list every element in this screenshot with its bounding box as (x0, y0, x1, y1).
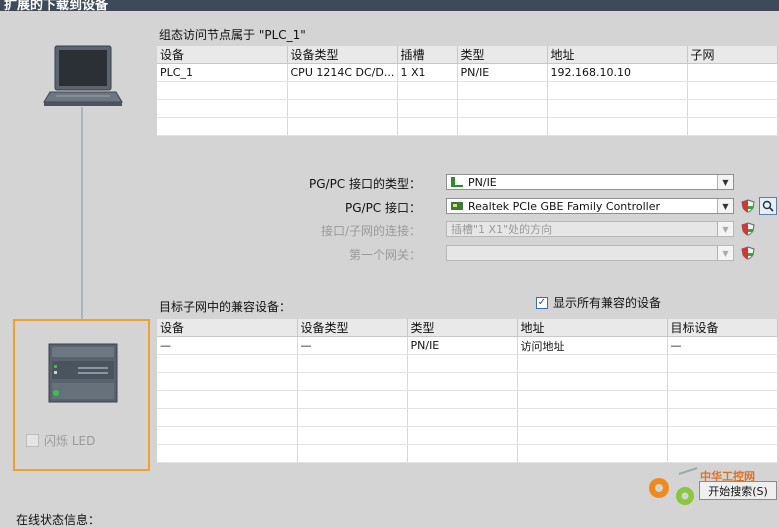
show-all-compatible-checkbox[interactable]: ✓ 显示所有兼容的设备 (536, 294, 661, 311)
pgpc-interface-label: PG/PC 接口： (344, 201, 421, 215)
window-title: 扩展的下载到设备 (4, 0, 109, 11)
first-gateway-select: ▼ (446, 245, 734, 261)
table-header-row: 设备 设备类型 类型 地址 目标设备 (157, 319, 778, 337)
table-row (157, 372, 778, 391)
network-card-icon (451, 202, 463, 210)
table-row (157, 117, 778, 136)
col-type: 类型 (457, 46, 548, 64)
col-type: 类型 (407, 319, 518, 337)
flash-led-checkbox: 闪烁 LED (26, 432, 95, 449)
online-status-label: 在线状态信息： (16, 513, 101, 527)
table-row (157, 444, 778, 463)
table-row[interactable]: PLC_1 CPU 1214C DC/D... 1 X1 PN/IE 192.1… (157, 63, 778, 82)
col-device-type: 设备类型 (287, 46, 398, 64)
shield-icon[interactable] (741, 222, 755, 236)
chevron-down-icon[interactable]: ▼ (717, 175, 733, 189)
window-titlebar: 扩展的下载到设备 (0, 0, 779, 11)
chevron-down-icon[interactable]: ▼ (717, 199, 733, 213)
compatible-section-title: 目标子网中的兼容设备： (159, 300, 292, 314)
col-slot: 插槽 (397, 46, 458, 64)
connection-line (81, 107, 83, 320)
shield-icon[interactable] (741, 199, 755, 213)
table-row (157, 408, 778, 427)
plc-device-icon (48, 343, 118, 403)
access-section-title: 组态访问节点属于 "PLC_1" (159, 28, 306, 42)
col-device: 设备 (157, 46, 288, 64)
flash-led-label: 闪烁 LED (44, 434, 96, 448)
col-target-device: 目标设备 (667, 319, 778, 337)
pgpc-laptop-icon (43, 45, 123, 106)
col-address: 地址 (517, 319, 668, 337)
shield-icon[interactable] (741, 246, 755, 260)
pgpc-type-select[interactable]: PN/IE ▼ (446, 174, 734, 190)
access-node-table: 设备 设备类型 插槽 类型 地址 子网 PLC_1 CPU 1214C DC/D… (157, 46, 778, 136)
table-row (157, 426, 778, 445)
pgpc-interface-select[interactable]: Realtek PCIe GBE Family Controller ▼ (446, 198, 734, 214)
col-subnet: 子网 (687, 46, 778, 64)
show-all-compatible-label: 显示所有兼容的设备 (553, 296, 662, 310)
start-search-button[interactable]: 开始搜索(S) (699, 481, 777, 500)
col-device: 设备 (157, 319, 298, 337)
pn-ie-icon (451, 177, 463, 187)
col-address: 地址 (547, 46, 688, 64)
table-row (157, 354, 778, 373)
check-icon[interactable]: ✓ (536, 296, 548, 309)
first-gateway-label: 第一个网关： (348, 248, 421, 262)
pgpc-type-label: PG/PC 接口的类型： (308, 177, 421, 191)
subnet-connection-label: 接口/子网的连接： (320, 224, 421, 238)
diagnostics-button[interactable] (759, 197, 777, 215)
table-row (157, 81, 778, 100)
compatible-device-table: 设备 设备类型 类型 地址 目标设备 — — PN/IE 访问地址 — (157, 319, 778, 463)
table-row[interactable]: — — PN/IE 访问地址 — (157, 336, 778, 355)
magnifier-icon (762, 200, 774, 212)
subnet-connection-select: 插槽"1 X1"处的方向 ▼ (446, 221, 734, 237)
table-row (157, 99, 778, 118)
table-header-row: 设备 设备类型 插槽 类型 地址 子网 (157, 46, 778, 64)
table-row (157, 390, 778, 409)
flash-led-box (26, 434, 39, 447)
chevron-down-icon: ▼ (717, 222, 733, 236)
chevron-down-icon: ▼ (717, 246, 733, 260)
col-device-type: 设备类型 (297, 319, 408, 337)
